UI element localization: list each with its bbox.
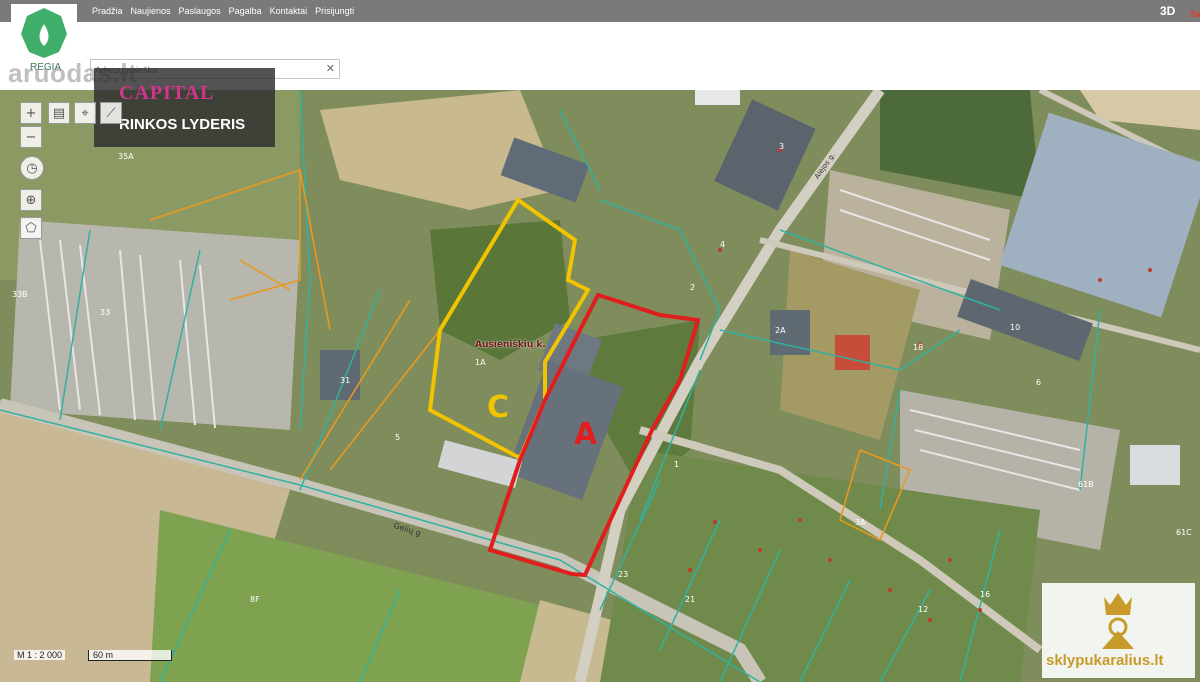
parcel-number: 23 bbox=[618, 570, 629, 579]
nav-menu: Pradžia Naujienos Paslaugos Pagalba Kont… bbox=[92, 0, 354, 22]
select-area-icon[interactable]: ⬠ bbox=[20, 217, 42, 239]
parcel-number: 21 bbox=[685, 595, 696, 604]
parcel-number: 8F bbox=[250, 595, 260, 604]
zoom-out-button[interactable]: − bbox=[20, 126, 42, 148]
parcel-number: 3 bbox=[779, 142, 785, 151]
sports-court bbox=[835, 335, 870, 370]
parcel-number: 12 bbox=[918, 605, 929, 614]
nav-item-login[interactable]: Prisijungti bbox=[315, 6, 354, 16]
building-top bbox=[695, 90, 740, 105]
top-navigation-bar: Pradžia Naujienos Paslaugos Pagalba Kont… bbox=[0, 0, 1200, 22]
view-3d-button[interactable]: 3D bbox=[1160, 4, 1175, 18]
parcel-number: 18 bbox=[913, 343, 924, 352]
plot-c-label: C bbox=[487, 390, 510, 425]
building-white bbox=[1130, 445, 1180, 485]
parcel-number: 4 bbox=[720, 240, 726, 249]
zoom-in-button[interactable]: + bbox=[20, 102, 42, 124]
parcel-number: 10 bbox=[1010, 323, 1021, 332]
nav-item-news[interactable]: Naujienos bbox=[131, 6, 171, 16]
parcel-number: 1 bbox=[674, 460, 680, 469]
parcel-number: 16 bbox=[980, 590, 991, 599]
crown-logo-icon bbox=[1102, 593, 1134, 649]
locate-icon[interactable]: ⊕ bbox=[20, 189, 42, 211]
parcel-number: 61B bbox=[1078, 480, 1094, 489]
scale-ratio: M 1 : 2 000 bbox=[14, 650, 66, 660]
partial-right-label: Sa bbox=[1190, 9, 1200, 19]
layers-icon[interactable]: ▤ bbox=[48, 102, 70, 124]
parking-lot-left bbox=[10, 220, 300, 430]
clock-icon[interactable]: ◷ bbox=[20, 156, 44, 180]
parcel-number: 33 bbox=[100, 308, 111, 317]
parcel-number: 31 bbox=[340, 376, 351, 385]
aerial-map[interactable]: Ausieniškių k. C A Gelių g Alėjos g. 35A… bbox=[0, 90, 1200, 682]
parcel-number: 33B bbox=[12, 290, 28, 299]
parcel-number: 2 bbox=[690, 283, 696, 292]
parcel-number: 6 bbox=[1036, 378, 1042, 387]
capital-subtitle: RINKOS LYDERIS bbox=[119, 116, 246, 133]
clear-search-icon[interactable]: ✕ bbox=[326, 62, 335, 75]
nav-item-services[interactable]: Paslaugos bbox=[179, 6, 221, 16]
map-canvas[interactable] bbox=[0, 90, 1200, 682]
parcel-number: 2A bbox=[775, 326, 786, 335]
pin-icon[interactable]: ⌖ bbox=[74, 102, 96, 124]
capital-brand: CAPITAL bbox=[119, 82, 215, 104]
nav-item-help[interactable]: Pagalba bbox=[229, 6, 262, 16]
parcel-number: 1A bbox=[475, 358, 486, 367]
nav-item-home[interactable]: Pradžia bbox=[92, 6, 123, 16]
village-label: Ausieniškių k. bbox=[475, 340, 546, 350]
plot-a-label: A bbox=[574, 417, 598, 452]
nav-item-contacts[interactable]: Kontaktai bbox=[270, 6, 308, 16]
parcel-number: 61C bbox=[1176, 528, 1192, 537]
parcel-number: 5 bbox=[395, 433, 401, 442]
parcel-number: 35A bbox=[118, 152, 134, 161]
parcel-number: 3A bbox=[855, 518, 866, 527]
regia-logo-icon bbox=[21, 8, 67, 58]
measure-icon[interactable]: ⟋ bbox=[100, 102, 122, 124]
sklypukaralius-text: sklypukaralius.lt bbox=[1046, 652, 1164, 669]
scale-bar: 60 m bbox=[88, 650, 172, 661]
